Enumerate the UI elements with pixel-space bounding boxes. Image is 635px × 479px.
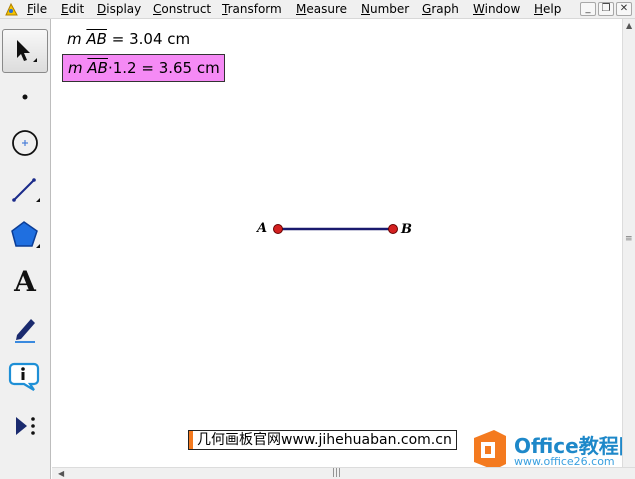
straightedge-icon — [12, 178, 40, 202]
scroll-up-arrow[interactable]: ▲ — [626, 21, 632, 30]
text-tool-icon: A — [14, 264, 36, 298]
text-tool[interactable]: A — [2, 259, 48, 303]
select-arrow-icon — [17, 40, 37, 62]
compass-icon — [12, 130, 38, 156]
point-a[interactable] — [273, 224, 283, 234]
information-tool[interactable] — [2, 354, 48, 398]
menu-measure[interactable]: Measure — [296, 2, 347, 16]
app-icon[interactable] — [4, 2, 19, 17]
straightedge-tool[interactable] — [2, 167, 48, 211]
horizontal-scroll-grip[interactable]: ||| — [332, 468, 341, 478]
menu-number[interactable]: Number — [361, 2, 409, 16]
menu-graph[interactable]: Graph — [422, 2, 459, 16]
menu-file[interactable]: File — [27, 2, 47, 16]
polygon-icon — [11, 221, 40, 248]
vertical-scroll-grip[interactable]: ≡ — [625, 234, 633, 244]
minimize-button[interactable]: _ — [580, 2, 596, 16]
menu-window[interactable]: Window — [473, 2, 520, 16]
menu-construct[interactable]: Construct — [153, 2, 211, 16]
restore-button[interactable]: ❐ — [598, 2, 614, 16]
vertical-scrollbar[interactable]: ▲ ≡ — [622, 19, 635, 467]
point-a-label[interactable]: A — [257, 221, 267, 236]
custom-tools-icon — [16, 417, 35, 435]
point-b[interactable] — [388, 224, 398, 234]
point-tool[interactable] — [2, 75, 48, 119]
scroll-left-arrow[interactable]: ◀ — [58, 469, 64, 478]
sketch-canvas[interactable]: m AB = 3.04 cm m AB·1.2 = 3.65 cm A B — [52, 19, 622, 467]
marker-tool[interactable] — [2, 307, 48, 351]
menu-bar: File Edit Display Construct Transform Me… — [0, 0, 635, 19]
custom-tools[interactable] — [2, 404, 48, 448]
menu-help[interactable]: Help — [534, 2, 561, 16]
watermark-caption: 几何画板官网www.jihehuaban.com.cn — [188, 430, 457, 450]
horizontal-scrollbar[interactable]: ◀ ||| — [52, 467, 635, 479]
select-arrow-tool[interactable] — [2, 29, 48, 73]
compass-tool[interactable] — [2, 121, 48, 165]
point-icon — [22, 94, 28, 100]
menu-display[interactable]: Display — [97, 2, 141, 16]
polygon-tool[interactable] — [2, 213, 48, 257]
menu-edit[interactable]: Edit — [61, 2, 84, 16]
marker-icon — [15, 319, 35, 343]
menu-transform[interactable]: Transform — [222, 2, 282, 16]
toolbox: A — [0, 19, 51, 479]
information-icon — [8, 362, 40, 391]
point-b-label[interactable]: B — [401, 222, 412, 237]
segment-layer — [273, 224, 398, 234]
office-logo-icon — [474, 430, 506, 470]
close-button[interactable]: ✕ — [616, 2, 632, 16]
